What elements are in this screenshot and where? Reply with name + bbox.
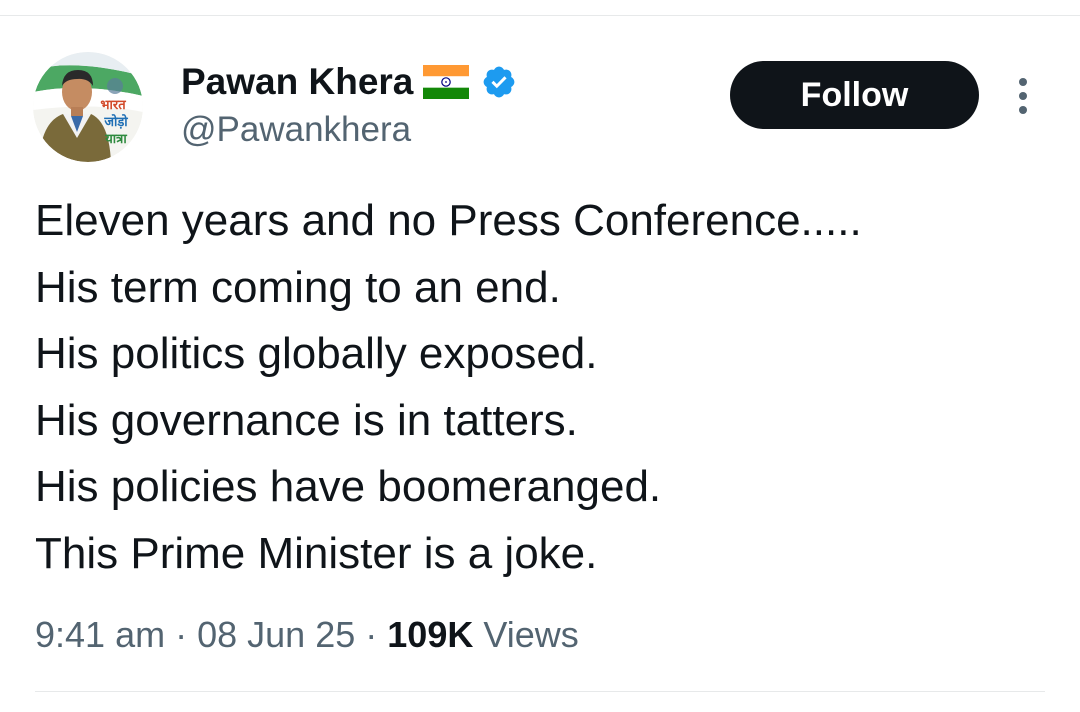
tweet-line: His governance is in tatters. [35,395,578,445]
tweet-line: His term coming to an end. [35,262,561,312]
meta-separator: · [175,614,188,655]
tweet-line: This Prime Minister is a joke. [35,528,598,578]
author-name-row: Pawan Khera [181,58,517,106]
avatar-image: भारत जोड़ो यात्रा [33,52,143,162]
views-label: Views [483,614,579,655]
tweet-line: His politics globally exposed. [35,329,598,378]
avatar-text-3: यात्रा [104,132,127,147]
avatar-text-2: जोड़ो [103,114,128,130]
avatar[interactable]: भारत जोड़ो यात्रा [33,52,143,162]
tweet-text: Eleven years and no Press Conference....… [35,188,1045,587]
top-divider [0,15,1080,16]
tweet-meta: 9:41 am · 08 Jun 25 · 109K Views [35,612,579,658]
tweet-line: Eleven years and no Press Conference....… [35,196,862,245]
verified-badge-icon[interactable] [481,64,517,100]
tweet-line: His policies have boomeranged. [35,462,662,511]
follow-button[interactable]: Follow [730,61,979,129]
avatar-text-1: भारत [100,98,126,113]
views-count: 109K [387,614,474,655]
tweet-date[interactable]: 08 Jun 25 [197,614,355,655]
tweet-time[interactable]: 9:41 am [35,614,165,655]
more-vertical-icon[interactable] [1008,74,1038,118]
bottom-divider [35,691,1045,692]
india-flag-icon [423,65,470,99]
author-handle[interactable]: @Pawankhera [181,108,411,152]
tweet-page: भारत जोड़ो यात्रा Pawan Khera @Pawankher… [0,0,1080,712]
author-display-name[interactable]: Pawan Khera [181,58,413,106]
meta-separator: · [365,614,378,655]
